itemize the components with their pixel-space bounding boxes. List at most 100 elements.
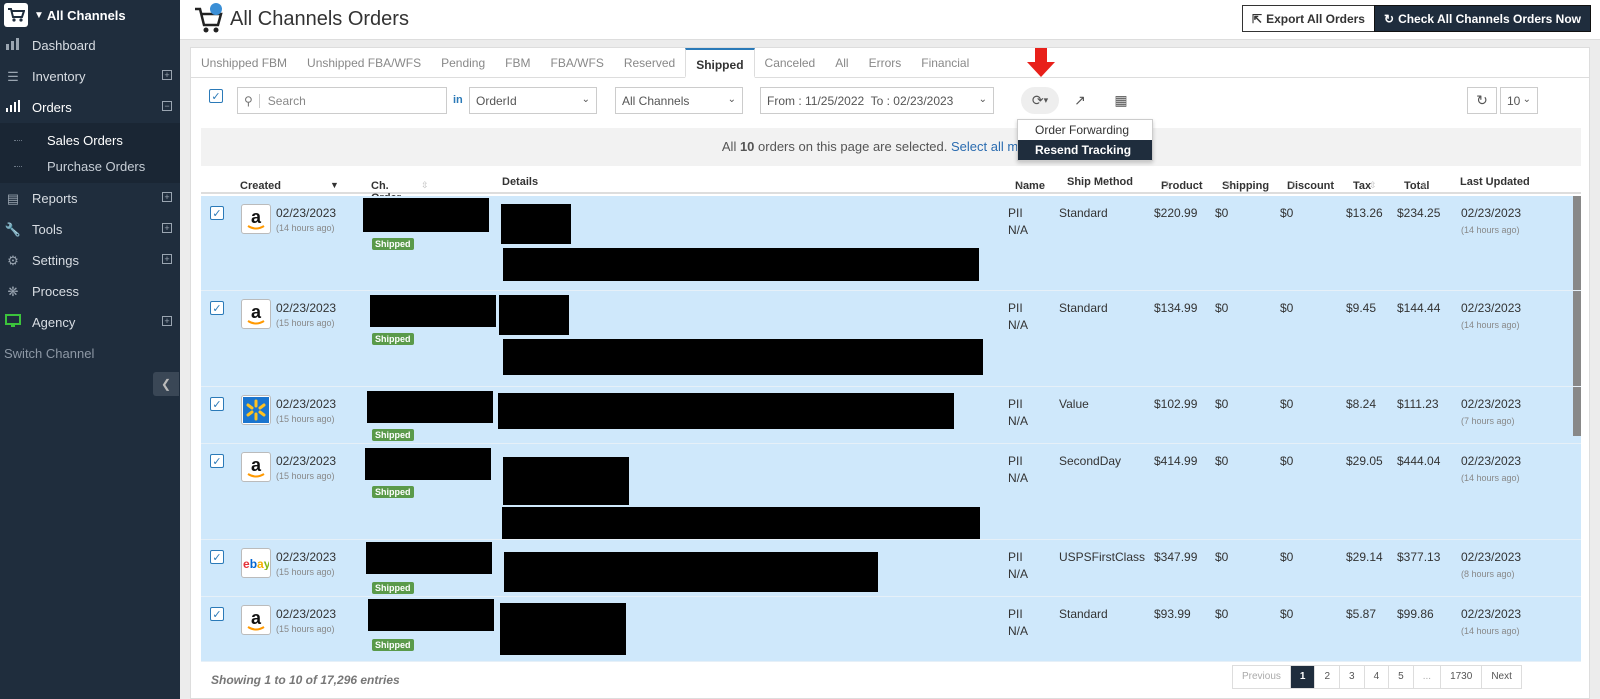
signal-icon bbox=[4, 100, 22, 115]
name-value: PII bbox=[1008, 206, 1023, 220]
redacted-block bbox=[503, 339, 983, 375]
pager-page[interactable]: 3 bbox=[1340, 666, 1365, 688]
redacted-block bbox=[370, 295, 496, 327]
sidebar-item-reports[interactable]: ▤ Reports + bbox=[0, 183, 180, 214]
status-badge: Shipped bbox=[372, 486, 414, 498]
sidebar-item-orders[interactable]: Orders − bbox=[0, 92, 180, 123]
refresh-icon[interactable]: ↻ bbox=[1467, 87, 1497, 114]
table-row[interactable]: ✓ ebay 02/23/2023 (15 hours ago) Shipped PII N… bbox=[201, 540, 1581, 597]
export-all-orders-button[interactable]: ⇱ Export All Orders bbox=[1242, 5, 1375, 32]
redacted-block bbox=[503, 248, 979, 281]
tab-financial[interactable]: Financial bbox=[911, 48, 979, 77]
expand-icon[interactable]: + bbox=[162, 254, 172, 264]
menu-item-order-forwarding[interactable]: Order Forwarding bbox=[1018, 120, 1152, 140]
pager-page[interactable]: 1730 bbox=[1441, 666, 1483, 688]
sidebar-item-dashboard[interactable]: Dashboard bbox=[0, 30, 180, 61]
table-row[interactable]: ✓ a 02/23/2023 (15 hours ago) Shipped PII N/A S… bbox=[201, 444, 1581, 540]
col-details: Details bbox=[502, 176, 539, 188]
row-checkbox[interactable]: ✓ bbox=[210, 607, 224, 621]
pager-previous[interactable]: Previous bbox=[1233, 666, 1291, 688]
field-select-value: OrderId bbox=[476, 93, 517, 108]
pager-next[interactable]: Next bbox=[1482, 666, 1521, 688]
svg-text:a: a bbox=[251, 207, 262, 227]
sidebar-item-sales-orders[interactable]: Sales Orders bbox=[0, 127, 180, 153]
page-size-select[interactable]: 10 ⌄ bbox=[1500, 87, 1538, 114]
main-area: All Channels Orders ⇱ Export All Orders … bbox=[180, 0, 1600, 699]
row-checkbox[interactable]: ✓ bbox=[210, 550, 224, 564]
expand-icon[interactable]: + bbox=[162, 70, 172, 80]
table-row[interactable]: ✓ a 02/23/2023 (15 hours ago) Shipped PII N/A S… bbox=[201, 597, 1581, 662]
date-range-picker[interactable]: From : 11/25/2022 To : 02/23/2023 ⌄ bbox=[760, 87, 994, 114]
discount-value: $0 bbox=[1280, 607, 1294, 621]
sidebar-item-settings[interactable]: ⚙ Settings + bbox=[0, 245, 180, 276]
name-cell: PII N/A bbox=[1008, 454, 1028, 485]
tab-errors[interactable]: Errors bbox=[859, 48, 912, 77]
col-last-updated[interactable]: Last Updated bbox=[1460, 176, 1530, 188]
chevron-down-icon: ⌄ bbox=[581, 94, 590, 105]
name-cell: PII N/A bbox=[1008, 550, 1028, 581]
sidebar: ▼ All Channels Dashboard ☰ Inventory + O… bbox=[0, 0, 180, 699]
row-checkbox[interactable]: ✓ bbox=[210, 397, 224, 411]
banner-suffix: orders on this page are selected. bbox=[754, 139, 951, 154]
table-row[interactable]: ✓ 02/23/2023 (15 hours ago) Shipped PII N/A Va… bbox=[201, 387, 1581, 444]
tab-reserved[interactable]: Reserved bbox=[614, 48, 685, 77]
discount-value: $0 bbox=[1280, 550, 1294, 564]
red-arrow-icon bbox=[1027, 48, 1055, 77]
row-checkbox[interactable]: ✓ bbox=[210, 454, 224, 468]
switch-channel-link[interactable]: Switch Channel bbox=[0, 338, 180, 369]
tab-pending[interactable]: Pending bbox=[431, 48, 495, 77]
columns-icon[interactable]: ▦ bbox=[1106, 87, 1136, 114]
check-orders-now-button[interactable]: ↻ Check All Channels Orders Now bbox=[1374, 5, 1591, 32]
name-secondary: N/A bbox=[1008, 471, 1029, 485]
pager-page[interactable]: 1 bbox=[1290, 666, 1316, 688]
channel-select[interactable]: All Channels ⌄ bbox=[615, 87, 743, 114]
collapse-sidebar-icon[interactable]: ❮ bbox=[153, 372, 179, 396]
discount-value: $0 bbox=[1280, 301, 1294, 315]
expand-icon[interactable]: + bbox=[162, 316, 172, 326]
check-label: Check All Channels Orders Now bbox=[1398, 11, 1581, 26]
field-select[interactable]: OrderId ⌄ bbox=[469, 87, 597, 114]
actions-dropdown-button[interactable]: ⟳ ▾ bbox=[1021, 87, 1059, 114]
ship-method: Standard bbox=[1059, 607, 1108, 621]
tab-canceled[interactable]: Canceled bbox=[755, 48, 826, 77]
name-cell: PII N/A bbox=[1008, 607, 1028, 638]
created-cell: 02/23/2023 (14 hours ago) bbox=[276, 206, 336, 233]
order-id-cell: Shipped bbox=[372, 580, 414, 594]
name-value: PII bbox=[1008, 607, 1023, 621]
collapse-icon[interactable]: − bbox=[162, 101, 172, 111]
sidebar-item-inventory[interactable]: ☰ Inventory + bbox=[0, 61, 180, 92]
sidebar-item-label: Reports bbox=[32, 191, 78, 206]
tab-all[interactable]: All bbox=[825, 48, 858, 77]
banner-prefix: All bbox=[721, 139, 740, 154]
col-ship-method[interactable]: Ship Method bbox=[1067, 176, 1133, 188]
cart-logo-icon bbox=[4, 3, 28, 27]
row-checkbox[interactable]: ✓ bbox=[210, 206, 224, 220]
table-header: Created▼ Ch. Order ID⇳ Details Name⇳ Shi… bbox=[201, 172, 1581, 216]
expand-icon[interactable]: + bbox=[162, 223, 172, 233]
expand-icon[interactable]: + bbox=[162, 192, 172, 202]
created-date: 02/23/2023 bbox=[276, 301, 337, 315]
tab-fba-wfs[interactable]: FBA/WFS bbox=[540, 48, 613, 77]
export-label: Export All Orders bbox=[1266, 11, 1365, 26]
order-id-cell: Shipped bbox=[372, 427, 414, 441]
sidebar-item-process[interactable]: ❋ Process bbox=[0, 276, 180, 307]
row-checkbox[interactable]: ✓ bbox=[210, 301, 224, 315]
select-all-checkbox[interactable]: ✓ bbox=[209, 89, 223, 103]
sidebar-item-tools[interactable]: 🔧 Tools + bbox=[0, 214, 180, 245]
search-input[interactable]: ⚲ Search bbox=[237, 87, 447, 114]
tab-unshipped-fba-wfs[interactable]: Unshipped FBA/WFS bbox=[297, 48, 431, 77]
pager-page[interactable]: 4 bbox=[1365, 666, 1390, 688]
sidebar-item-purchase-orders[interactable]: Purchase Orders bbox=[0, 153, 180, 179]
tab-fbm[interactable]: FBM bbox=[495, 48, 540, 77]
sidebar-item-agency[interactable]: Agency + bbox=[0, 307, 180, 338]
menu-item-resend-tracking[interactable]: Resend Tracking bbox=[1018, 140, 1152, 160]
pager-page[interactable]: 5 bbox=[1389, 666, 1414, 688]
table-row[interactable]: ✓ a 02/23/2023 (15 hours ago) Shipped PII N/A S… bbox=[201, 291, 1581, 387]
channel-selector[interactable]: ▼ All Channels bbox=[0, 0, 180, 30]
tab-shipped[interactable]: Shipped bbox=[685, 48, 755, 78]
share-icon[interactable]: ↗ bbox=[1065, 87, 1095, 114]
table-row[interactable]: ✓ a 02/23/2023 (14 hours ago) Shipped PII N/A S… bbox=[201, 196, 1581, 291]
sidebar-item-label: Inventory bbox=[32, 69, 86, 84]
tab-unshipped-fbm[interactable]: Unshipped FBM bbox=[191, 48, 297, 77]
pager-page[interactable]: 2 bbox=[1315, 666, 1341, 688]
